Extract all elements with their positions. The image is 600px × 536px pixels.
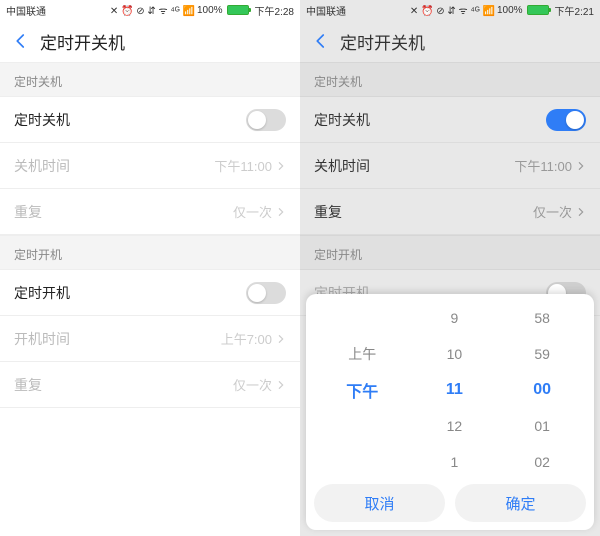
picker-col-minute[interactable]: 58 59 00 01 02 [498,300,586,480]
picker-option[interactable]: 01 [534,413,550,439]
chevron-right-icon [276,334,286,344]
page-title: 定时开关机 [40,29,125,54]
row-label: 定时开机 [14,283,246,303]
battery-icon [227,5,249,15]
row-value: 下午11:00 [514,156,572,175]
row-shutdown-toggle[interactable]: 定时关机 [300,97,600,143]
row-label: 重复 [14,375,233,395]
picker-option[interactable]: 9 [450,305,458,331]
app-header: 定时开关机 [0,20,300,62]
toggle-startup[interactable] [246,282,286,304]
carrier-label: 中国联通 [306,3,346,18]
picker-option[interactable]: 59 [534,341,550,367]
chevron-right-icon [576,161,586,171]
app-header: 定时开关机 [300,20,600,62]
row-label: 定时关机 [314,110,546,130]
picker-option[interactable]: 1 [450,449,458,475]
picker-option-selected[interactable]: 11 [446,377,463,403]
picker-col-ampm[interactable]: 上午 下午 · [314,300,411,480]
section-header-startup: 定时开机 [300,235,600,270]
row-shutdown-toggle[interactable]: 定时关机 [0,97,300,143]
status-glyphs: ✕ ⏰ ⊘ ⇵ ᯤ ⁴ᴳ 📶 [410,3,495,17]
row-label: 重复 [314,202,533,222]
chevron-right-icon [276,380,286,390]
section-header-startup: 定时开机 [0,235,300,270]
row-label: 重复 [14,202,233,222]
phone-screen-left: 中国联通 ✕ ⏰ ⊘ ⇵ ᯤ ⁴ᴳ 📶 100% 下午2:28 定时开关机 定时… [0,0,300,536]
row-shutdown-repeat[interactable]: 重复 仅一次 [0,189,300,235]
arrow-left-icon [312,32,330,50]
toggle-shutdown[interactable] [246,109,286,131]
picker-option-selected[interactable]: 00 [533,377,551,403]
confirm-button[interactable]: 确定 [455,484,586,522]
row-value: 仅一次 [533,202,572,221]
carrier-label: 中国联通 [6,3,46,18]
chevron-right-icon [576,207,586,217]
status-clock: 下午2:28 [255,3,294,18]
row-shutdown-time[interactable]: 关机时间 下午11:00 [300,143,600,189]
row-label: 开机时间 [14,329,221,349]
row-label: 关机时间 [14,156,214,176]
time-picker-columns: 上午 下午 · 9 10 11 12 1 58 59 00 01 02 [314,300,586,480]
row-value: 下午11:00 [214,156,272,175]
status-icons: ✕ ⏰ ⊘ ⇵ ᯤ ⁴ᴳ 📶 100% 下午2:21 [410,3,594,18]
battery-icon [527,5,549,15]
row-value: 上午7:00 [221,329,272,348]
row-label: 定时关机 [14,110,246,130]
row-shutdown-repeat[interactable]: 重复 仅一次 [300,189,600,235]
section-header-shutdown: 定时关机 [300,62,600,97]
picker-option[interactable]: 58 [534,305,550,331]
picker-option[interactable]: 02 [534,449,550,475]
status-bar: 中国联通 ✕ ⏰ ⊘ ⇵ ᯤ ⁴ᴳ 📶 100% 下午2:28 [0,0,300,20]
row-startup-time[interactable]: 开机时间 上午7:00 [0,316,300,362]
back-button[interactable] [8,28,34,54]
phone-screen-right: 中国联通 ✕ ⏰ ⊘ ⇵ ᯤ ⁴ᴳ 📶 100% 下午2:21 定时开关机 定时… [300,0,600,536]
cancel-button[interactable]: 取消 [314,484,445,522]
picker-col-hour[interactable]: 9 10 11 12 1 [411,300,499,480]
arrow-left-icon [12,32,30,50]
toggle-shutdown[interactable] [546,109,586,131]
row-value: 仅一次 [233,375,272,394]
row-value: 仅一次 [233,202,272,221]
row-label: 关机时间 [314,156,514,176]
picker-option[interactable]: 上午 [348,341,376,367]
picker-option-selected[interactable]: 下午 [346,377,378,403]
time-picker-sheet: 上午 下午 · 9 10 11 12 1 58 59 00 01 02 [306,294,594,530]
chevron-right-icon [276,161,286,171]
status-bar: 中国联通 ✕ ⏰ ⊘ ⇵ ᯤ ⁴ᴳ 📶 100% 下午2:21 [300,0,600,20]
picker-option[interactable]: 10 [447,341,463,367]
row-shutdown-time[interactable]: 关机时间 下午11:00 [0,143,300,189]
battery-pct: 100% [497,5,523,16]
page-title: 定时开关机 [340,29,425,54]
chevron-right-icon [276,207,286,217]
status-icons: ✕ ⏰ ⊘ ⇵ ᯤ ⁴ᴳ 📶 100% 下午2:28 [110,3,294,18]
picker-option[interactable]: 12 [447,413,463,439]
row-startup-toggle[interactable]: 定时开机 [0,270,300,316]
back-button[interactable] [308,28,334,54]
status-clock: 下午2:21 [555,3,594,18]
row-startup-repeat[interactable]: 重复 仅一次 [0,362,300,408]
section-header-shutdown: 定时关机 [0,62,300,97]
status-glyphs: ✕ ⏰ ⊘ ⇵ ᯤ ⁴ᴳ 📶 [110,3,195,17]
battery-pct: 100% [197,5,223,16]
